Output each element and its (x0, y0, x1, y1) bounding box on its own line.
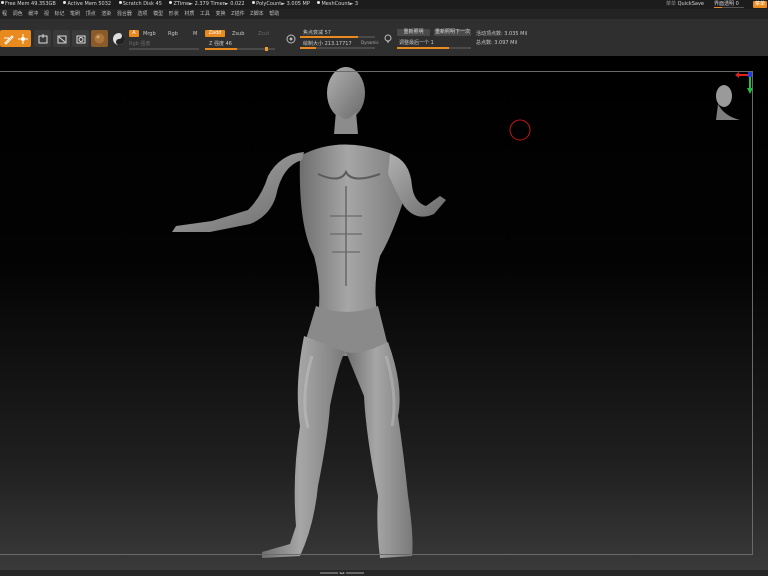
ztime-stat: ZTime► 2.379 Timer► 0.022 (169, 1, 247, 7)
focal-shift-track (300, 36, 375, 38)
zsub-toggle[interactable]: Zsub (232, 31, 244, 37)
menu-item[interactable]: 变换 (216, 11, 226, 17)
free-mem-stat: Free Mem 49.353GB (1, 1, 59, 7)
relight-next-button[interactable]: 重新照明下一次 (434, 29, 471, 36)
adjust-last-track (397, 47, 471, 49)
menu-item[interactable]: 程 (2, 11, 7, 17)
free-mem-text: Free Mem 49.353GB (5, 1, 56, 7)
dot-icon (63, 1, 67, 4)
menu-item[interactable]: 混合器 (117, 11, 132, 17)
menu-item[interactable]: 标记 (54, 11, 64, 17)
handle-arrows: ◂▴▸ (338, 570, 346, 575)
material-sphere-icon (94, 33, 105, 44)
menu-item[interactable]: 调色 (13, 11, 23, 17)
menu-item[interactable]: 材质 (184, 11, 194, 17)
focal-shift-slider[interactable]: 焦点衰减 57 (303, 29, 331, 36)
dot-icon (1, 1, 4, 4)
scale-button[interactable] (53, 30, 70, 47)
lightbox-button[interactable] (284, 32, 297, 45)
dot-icon (252, 1, 256, 4)
adjust-last-slider[interactable]: 调整最后一个 1 (399, 39, 434, 46)
focal-icon (286, 34, 295, 43)
menu-item[interactable]: 缓冲 (28, 11, 38, 17)
z-intensity-knob[interactable] (265, 47, 268, 51)
scale-icon (57, 35, 66, 43)
menu-item[interactable]: 渲染 (101, 11, 111, 17)
a-toggle[interactable]: A (129, 30, 139, 37)
zcut-toggle[interactable]: Zcut (258, 31, 269, 37)
bottom-tray (0, 570, 768, 576)
active-points-count: 活动顶点数: 3.035 Mil (476, 31, 528, 37)
material-swatch[interactable] (91, 30, 108, 47)
handle-left-bar (319, 572, 338, 574)
rgb-intensity-track (129, 48, 199, 50)
zadd-toggle[interactable]: Zadd (205, 30, 225, 37)
light-bulb-icon (384, 34, 391, 42)
rotate-icon (76, 35, 85, 43)
move-button[interactable] (34, 30, 51, 47)
meshcount-stat: MeshCount► 3 (317, 1, 361, 7)
dynamic-toggle[interactable]: Dynamic (361, 40, 379, 45)
draw-size-slider[interactable]: 绘制大小 213.17717 (303, 40, 352, 47)
menu-item[interactable]: 笔刷 (70, 11, 80, 17)
quicksave-button[interactable]: QuickSave (678, 0, 704, 9)
active-mem-text: Active Mem 5032 (67, 1, 112, 7)
memory-stats: Free Mem 49.353GB Active Mem 5032 Scratc… (1, 0, 364, 9)
draw-icon (17, 33, 28, 44)
meshcount-text: MeshCount► 3 (321, 1, 359, 7)
polycount-text: PolyCount► 3.005 MP (256, 1, 310, 7)
total-points-count: 总点数: 3.097 Mil (476, 40, 518, 46)
menu-button[interactable]: 菜单 (753, 1, 767, 8)
menu-item[interactable]: 工具 (200, 11, 210, 17)
z-intensity-slider[interactable]: Z 强度 46 (209, 40, 232, 47)
relight-button[interactable]: 重新照明 (397, 29, 430, 36)
z-intensity-track (205, 47, 275, 51)
transparency-track (714, 7, 744, 8)
edit-icon (3, 34, 14, 45)
menu-item[interactable]: 顶点 (86, 11, 96, 17)
ztime-text: ZTime► 2.379 Timer► 0.022 (173, 1, 245, 7)
rgb-toggle[interactable]: Rgb (168, 31, 178, 37)
menu-bar: 程 调色 缓冲 视 标记 笔刷 顶点 渲染 混合器 选项 模型 形状 材质 工具… (0, 9, 768, 19)
scratch-disk-stat: Scratch Disk 45 (118, 1, 165, 7)
polycount-stat: PolyCount► 3.005 MP (252, 1, 313, 7)
menu-item[interactable]: Z插件 (231, 11, 244, 17)
menu-label[interactable]: 菜单 (666, 0, 676, 9)
title-bar: Free Mem 49.353GB Active Mem 5032 Scratc… (0, 0, 768, 9)
scratch-disk-text: Scratch Disk 45 (122, 1, 162, 7)
tool-shelf: A Mrgb Rgb M Rgb 强度 Zadd Zsub Zcut Z 强度 … (0, 19, 768, 57)
relight-icon-button[interactable] (381, 32, 394, 45)
menu-item[interactable]: 选项 (137, 11, 147, 17)
document-frame (0, 71, 753, 555)
yin-yang-icon (112, 32, 125, 45)
menu-item[interactable]: 帮助 (269, 11, 279, 17)
draw-size-track (300, 47, 375, 49)
move-icon (38, 33, 47, 43)
active-mem-stat: Active Mem 5032 (63, 1, 114, 7)
rgb-intensity-slider[interactable]: Rgb 强度 (129, 40, 150, 47)
menu-item[interactable]: 形状 (169, 11, 179, 17)
transparency-slider[interactable]: 界面透明 0 (714, 0, 744, 9)
handle-right-bar (346, 572, 365, 574)
menu-item[interactable]: 模型 (153, 11, 163, 17)
menu-item[interactable]: Z脚本 (250, 11, 263, 17)
rotate-button[interactable] (72, 30, 89, 47)
menu-item[interactable]: 视 (44, 11, 49, 17)
m-toggle[interactable]: M (193, 31, 197, 37)
texture-swatch[interactable] (110, 30, 127, 47)
draw-button[interactable] (14, 30, 31, 47)
dot-icon (118, 1, 122, 4)
bottom-tray-handle[interactable]: ◂▴▸ (316, 571, 368, 575)
mrgb-toggle[interactable]: Mrgb (143, 31, 156, 37)
